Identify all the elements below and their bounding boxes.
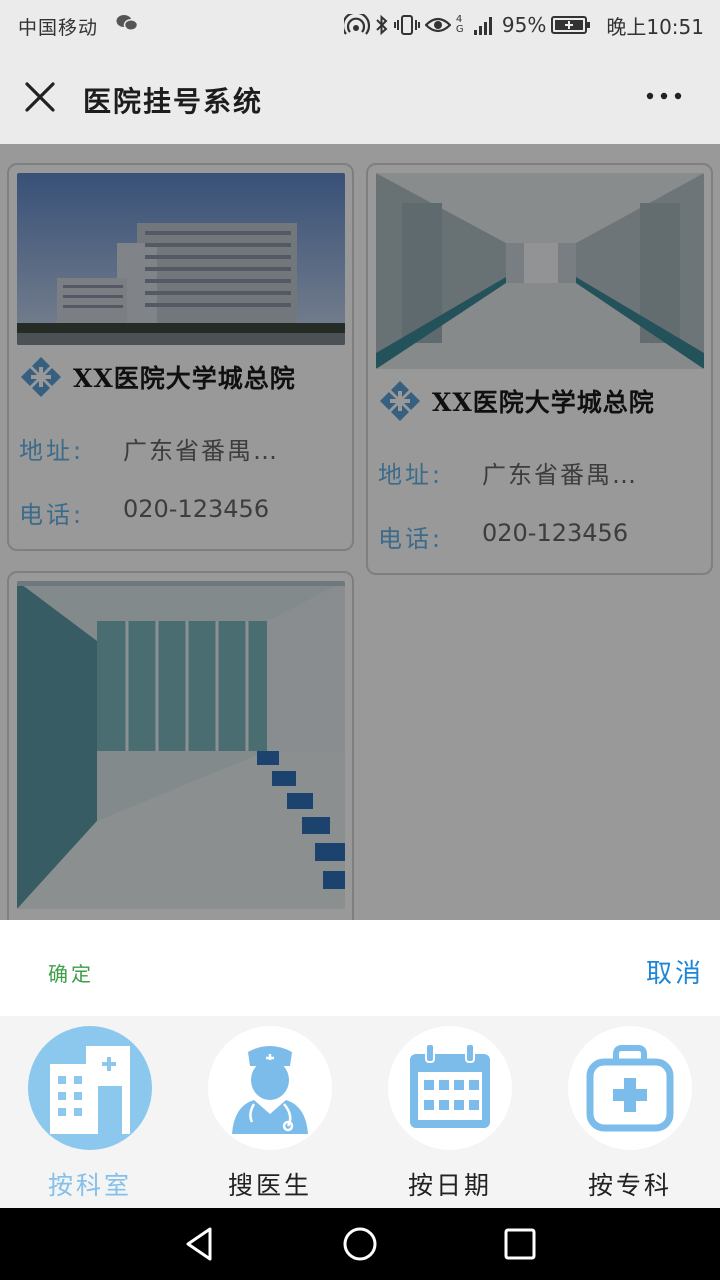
hospital-waiting-hall-photo bbox=[17, 581, 345, 909]
option-circle bbox=[208, 1026, 332, 1150]
phone-row: 电话: 020-123456 bbox=[378, 519, 628, 554]
hospital-card[interactable]: XX医院大学城总院 地址: 广东省番禺… 电话: 020-123456 bbox=[366, 163, 713, 575]
option-circle bbox=[568, 1026, 692, 1150]
option-by-date[interactable]: 按日期 bbox=[360, 1016, 540, 1208]
hospital-list: XX医院大学城总院 地址: 广东省番禺… 电话: 020-123456 XX医院… bbox=[0, 144, 720, 920]
option-search-doctor[interactable]: 搜医生 bbox=[180, 1016, 360, 1208]
address-label: 地址: bbox=[378, 461, 444, 489]
doctor-icon bbox=[232, 1046, 308, 1134]
bluetooth-icon bbox=[376, 14, 388, 36]
hospital-name: XX医院大学城总院 bbox=[432, 388, 655, 417]
recent-apps-icon[interactable] bbox=[500, 1224, 540, 1264]
more-icon[interactable] bbox=[644, 86, 684, 106]
back-icon[interactable] bbox=[180, 1224, 220, 1264]
close-icon[interactable] bbox=[22, 79, 58, 115]
option-by-department[interactable]: 按科室 bbox=[0, 1016, 180, 1208]
address-value: 广东省番禺… bbox=[482, 461, 638, 489]
signal-icon bbox=[473, 17, 492, 35]
phone-value: 020-123456 bbox=[482, 519, 629, 547]
title-bar: 医院挂号系统 bbox=[0, 50, 720, 144]
hospital-card[interactable]: XX医院大学城总院 地址: 广东省番禺… 电话: 020-123456 bbox=[7, 163, 354, 551]
calendar-icon bbox=[410, 1043, 490, 1128]
phone-value: 020-123456 bbox=[123, 495, 270, 523]
hospital-card[interactable] bbox=[7, 571, 354, 920]
hospital-name-row: XX医院大学城总院 bbox=[19, 355, 296, 399]
battery-icon bbox=[551, 16, 591, 34]
option-circle bbox=[28, 1026, 152, 1150]
sheet-header: 确定 取消 bbox=[0, 920, 720, 1016]
hotspot-icon bbox=[343, 14, 370, 35]
address-value: 广东省番禺… bbox=[123, 437, 279, 465]
vibrate-icon bbox=[393, 15, 420, 35]
option-label: 搜医生 bbox=[227, 1171, 312, 1200]
cancel-button[interactable]: 取消 bbox=[646, 953, 704, 990]
medical-kit-icon bbox=[586, 1045, 674, 1132]
clock: 晚上10:51 bbox=[606, 14, 704, 39]
carrier-name: 中国移动 bbox=[18, 17, 99, 39]
address-row: 地址: 广东省番禺… bbox=[378, 455, 638, 490]
address-label: 地址: bbox=[19, 437, 85, 465]
page-title: 医院挂号系统 bbox=[83, 85, 264, 118]
option-circle bbox=[388, 1026, 512, 1150]
hospital-logo-icon bbox=[21, 357, 61, 397]
option-label: 按专科 bbox=[587, 1171, 672, 1200]
option-by-specialty[interactable]: 按专科 bbox=[540, 1016, 720, 1208]
hospital-building-photo bbox=[17, 173, 345, 345]
network-type: 4G bbox=[455, 14, 464, 35]
address-row: 地址: 广东省番禺… bbox=[19, 431, 279, 466]
building-icon bbox=[50, 1046, 130, 1134]
phone-label: 电话: bbox=[19, 501, 85, 529]
wechat-icon bbox=[116, 15, 138, 31]
home-icon[interactable] bbox=[340, 1224, 380, 1264]
option-label: 按科室 bbox=[47, 1171, 132, 1200]
hospital-corridor-photo bbox=[376, 173, 704, 369]
status-icons: 4G 95% 晚上10:51 bbox=[343, 10, 704, 40]
battery-percentage: 95% bbox=[501, 13, 547, 37]
search-options: 按科室 搜医生 按日期 按专科 bbox=[0, 1016, 720, 1208]
navigation-bar bbox=[0, 1208, 720, 1280]
hospital-logo-icon bbox=[380, 381, 420, 421]
phone-row: 电话: 020-123456 bbox=[19, 495, 269, 530]
hospital-name-row: XX医院大学城总院 bbox=[378, 379, 655, 423]
confirm-button[interactable]: 确定 bbox=[48, 958, 94, 987]
phone-label: 电话: bbox=[378, 525, 444, 553]
option-label: 按日期 bbox=[407, 1171, 492, 1200]
eye-icon bbox=[424, 17, 451, 33]
hospital-name: XX医院大学城总院 bbox=[73, 364, 296, 393]
status-bar: 中国移动 4G 95% 晚上10:51 bbox=[0, 0, 720, 50]
